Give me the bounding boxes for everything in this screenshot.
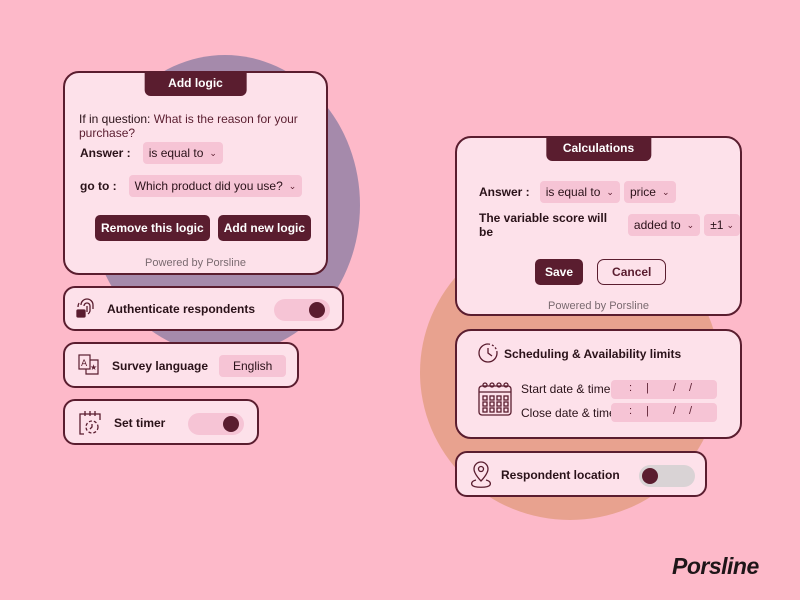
calc-answer-label: Answer : — [479, 185, 530, 199]
survey-language-label: Survey language — [112, 359, 209, 373]
respondent-location-card: Respondent location — [455, 451, 707, 497]
calc-value-value: price — [629, 185, 656, 199]
start-date-field[interactable]: : | / / — [611, 380, 717, 399]
add-new-logic-button[interactable]: Add new logic — [217, 215, 312, 241]
goto-question-value: Which product did you use? — [134, 179, 283, 193]
field-sep: | — [646, 405, 649, 417]
toggle-knob — [309, 302, 325, 318]
calc-amount-value: ±1 — [710, 218, 724, 232]
chevron-down-icon: ⌄ — [661, 186, 670, 197]
fingerprint-lock-icon — [76, 298, 94, 318]
add-logic-title: Add logic — [144, 71, 247, 96]
set-timer-card: Set timer — [63, 399, 259, 445]
location-pin-icon — [470, 461, 492, 488]
powered-by: Powered by Porsline — [145, 257, 246, 269]
date-sep: / — [689, 382, 693, 394]
calc-amount-select[interactable]: ±1 ⌄ — [704, 214, 740, 236]
powered-by: Powered by Porsline — [548, 300, 649, 312]
goto-label: go to : — [80, 179, 117, 193]
calculations-title: Calculations — [545, 136, 652, 161]
toggle-knob — [223, 416, 239, 432]
remove-logic-button[interactable]: Remove this logic — [95, 215, 210, 241]
variable-score-label: The variable score will be — [479, 211, 608, 239]
translate-icon: A ★ — [78, 354, 99, 375]
survey-language-card: A ★ Survey language English — [63, 342, 299, 388]
calc-value-select[interactable]: price ⌄ — [623, 181, 676, 203]
date-sep: / — [673, 382, 677, 394]
time-sep: : — [629, 405, 633, 417]
close-date-field[interactable]: : | / / — [611, 403, 717, 422]
chevron-down-icon: ⌄ — [686, 219, 695, 230]
calc-action-value: added to — [633, 218, 681, 232]
cancel-button[interactable]: Cancel — [597, 259, 667, 285]
logic-question: If in question: What is the reason for y… — [79, 112, 314, 140]
scheduling-card: Scheduling & Availability limits Start d… — [455, 329, 742, 439]
goto-question-select[interactable]: Which product did you use? ⌄ — [128, 175, 303, 197]
svg-text:★: ★ — [90, 363, 97, 372]
respondent-location-toggle[interactable] — [639, 465, 695, 487]
start-date-label: Start date & time — [521, 382, 611, 396]
authenticate-card: Authenticate respondents — [63, 286, 344, 331]
calc-action-select[interactable]: added to ⌄ — [627, 214, 701, 236]
field-sep: | — [646, 382, 649, 394]
time-sep: : — [629, 382, 633, 394]
language-select[interactable]: English — [219, 355, 287, 377]
answer-operator-value: is equal to — [148, 146, 204, 160]
clock-icon — [478, 343, 498, 363]
chevron-down-icon: ⌄ — [606, 186, 614, 197]
set-timer-toggle[interactable] — [188, 413, 244, 435]
date-sep: / — [689, 405, 693, 417]
answer-label: Answer : — [80, 146, 131, 160]
save-button[interactable]: Save — [535, 259, 584, 285]
chevron-down-icon: ⌄ — [726, 219, 734, 230]
calc-operator-select[interactable]: is equal to ⌄ — [539, 181, 620, 203]
question-prefix: If in question: — [79, 112, 151, 126]
add-logic-card: Add logic If in question: What is the re… — [63, 71, 328, 275]
authenticate-label: Authenticate respondents — [107, 302, 256, 316]
answer-operator-select[interactable]: is equal to ⌄ — [142, 142, 223, 164]
close-date-label: Close date & time — [521, 406, 616, 420]
set-timer-label: Set timer — [114, 416, 166, 430]
calculations-card: Calculations Answer : is equal to ⌄ pric… — [455, 136, 742, 316]
calendar-icon — [478, 382, 512, 416]
chevron-down-icon: ⌄ — [288, 180, 297, 191]
svg-text:A: A — [81, 359, 88, 369]
porsline-logo: Porsline — [672, 553, 759, 579]
respondent-location-label: Respondent location — [501, 468, 620, 482]
chevron-down-icon: ⌄ — [209, 147, 217, 158]
language-value: English — [233, 359, 273, 373]
toggle-knob — [642, 468, 658, 484]
scheduling-title: Scheduling & Availability limits — [504, 347, 682, 361]
calc-operator-value: is equal to — [545, 185, 601, 199]
date-sep: / — [673, 405, 677, 417]
authenticate-toggle[interactable] — [274, 299, 330, 321]
calendar-timer-icon — [79, 411, 101, 435]
